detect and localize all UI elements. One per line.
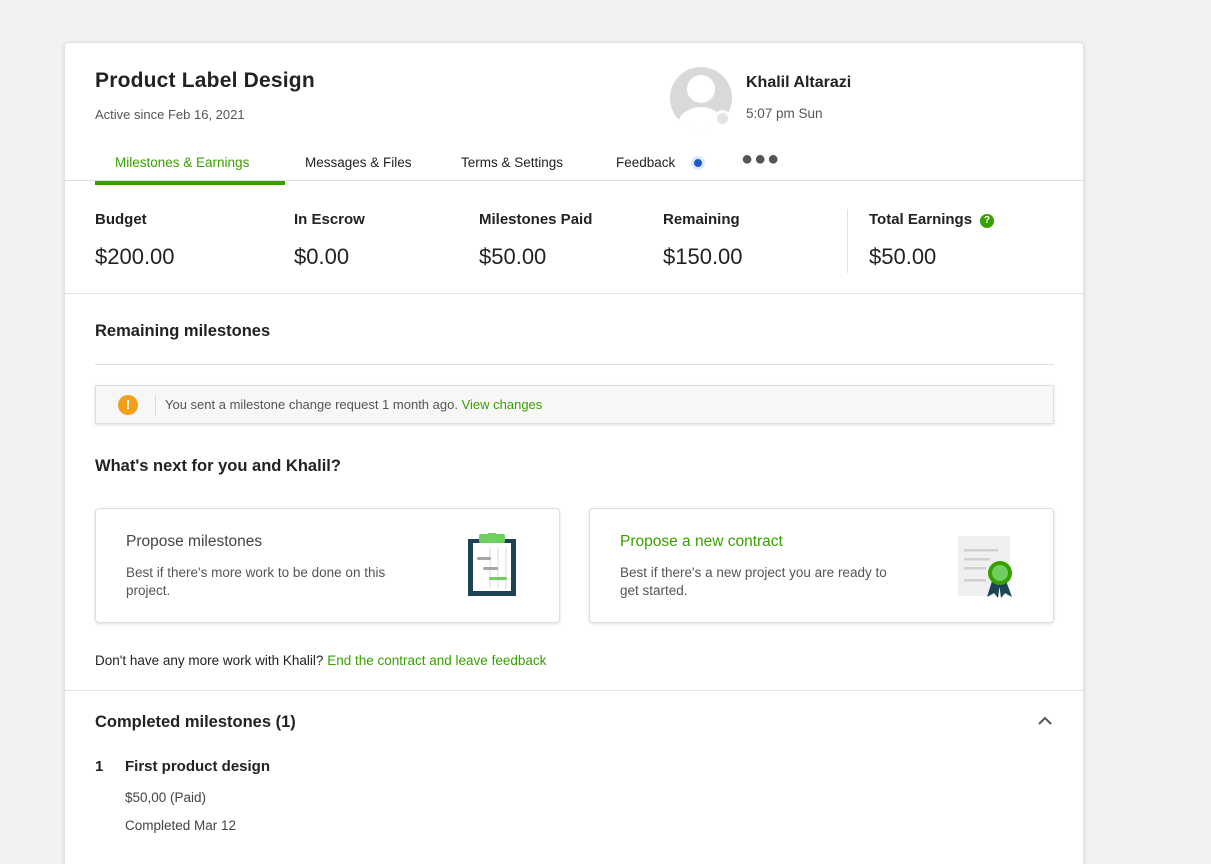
active-tab-indicator	[95, 181, 285, 185]
tab-terms-settings[interactable]: Terms & Settings	[461, 155, 563, 170]
contract-title: Product Label Design	[95, 69, 315, 92]
tab-messages-files[interactable]: Messages & Files	[305, 155, 412, 170]
stat-total-earnings: Total Earnings? $50.00	[869, 211, 995, 270]
option-title: Propose milestones	[126, 533, 263, 550]
stat-value: $200.00	[95, 244, 175, 269]
remaining-milestones-title: Remaining milestones	[95, 322, 271, 340]
end-contract-link[interactable]: End the contract and leave feedback	[327, 653, 546, 668]
tab-milestones-earnings[interactable]: Milestones & Earnings	[115, 155, 249, 170]
milestone-number: 1	[95, 758, 104, 775]
more-dots-icon[interactable]: ●●●	[741, 148, 780, 171]
whats-next-title: What's next for you and Khalil?	[95, 457, 341, 475]
alert-message: You sent a milestone change request 1 mo…	[165, 397, 542, 412]
stat-value: $150.00	[663, 244, 743, 269]
end-contract-text: Don't have any more work with Khalil?	[95, 653, 324, 668]
milestone-name: First product design	[125, 758, 271, 775]
stat-value: $0.00	[294, 244, 350, 269]
milestone-completed-date: Completed Mar 12	[125, 818, 237, 833]
stat-label: Total Earnings	[869, 211, 973, 228]
alert-text: You sent a milestone change request 1 mo…	[165, 397, 458, 412]
contract-active-since: Active since Feb 16, 2021	[95, 107, 245, 122]
end-contract-prompt: Don't have any more work with Khalil? En…	[95, 653, 546, 668]
stat-milestones-paid: Milestones Paid $50.00	[479, 211, 592, 270]
chevron-up-icon[interactable]	[1035, 713, 1055, 727]
change-request-alert: ! You sent a milestone change request 1 …	[95, 385, 1054, 424]
stat-budget: Budget $200.00	[95, 211, 175, 270]
certificate-icon	[958, 536, 1012, 598]
feedback-notification-dot	[691, 156, 705, 170]
propose-milestones-card[interactable]: Propose milestones Best if there's more …	[95, 508, 560, 623]
stat-label: Budget	[95, 211, 147, 228]
milestone-amount: $50,00 (Paid)	[125, 790, 207, 805]
completed-milestones-title: Completed milestones (1)	[95, 713, 296, 731]
tabs-divider	[65, 180, 1083, 181]
stat-label-row: Total Earnings?	[869, 211, 995, 228]
clipboard-icon	[468, 533, 516, 596]
alert-separator	[155, 395, 156, 416]
warning-icon: !	[118, 395, 138, 415]
completed-divider	[65, 690, 1083, 691]
stat-label: Milestones Paid	[479, 211, 593, 228]
stats-separator	[847, 209, 848, 273]
stat-value: $50.00	[479, 244, 547, 269]
stat-remaining: Remaining $150.00	[663, 211, 743, 270]
view-changes-link[interactable]: View changes	[462, 397, 543, 412]
tab-feedback[interactable]: Feedback	[616, 155, 675, 170]
stats-divider	[65, 293, 1083, 294]
online-status-indicator	[714, 110, 731, 127]
stat-value: $50.00	[869, 244, 937, 269]
propose-new-contract-card[interactable]: Propose a new contract Best if there's a…	[589, 508, 1054, 623]
remaining-divider	[95, 364, 1054, 365]
option-description: Best if there's a new project you are re…	[620, 565, 887, 598]
stat-label: Remaining	[663, 211, 740, 228]
option-title: Propose a new contract	[620, 533, 783, 550]
stat-label: In Escrow	[294, 211, 365, 228]
stat-in-escrow: In Escrow $0.00	[294, 211, 365, 270]
option-description: Best if there's more work to be done on …	[126, 565, 386, 598]
client-local-time: 5:07 pm Sun	[746, 106, 823, 121]
question-icon[interactable]: ?	[980, 214, 995, 228]
client-name[interactable]: Khalil Altarazi	[746, 74, 851, 92]
contract-card: Product Label Design Active since Feb 16…	[64, 42, 1084, 864]
